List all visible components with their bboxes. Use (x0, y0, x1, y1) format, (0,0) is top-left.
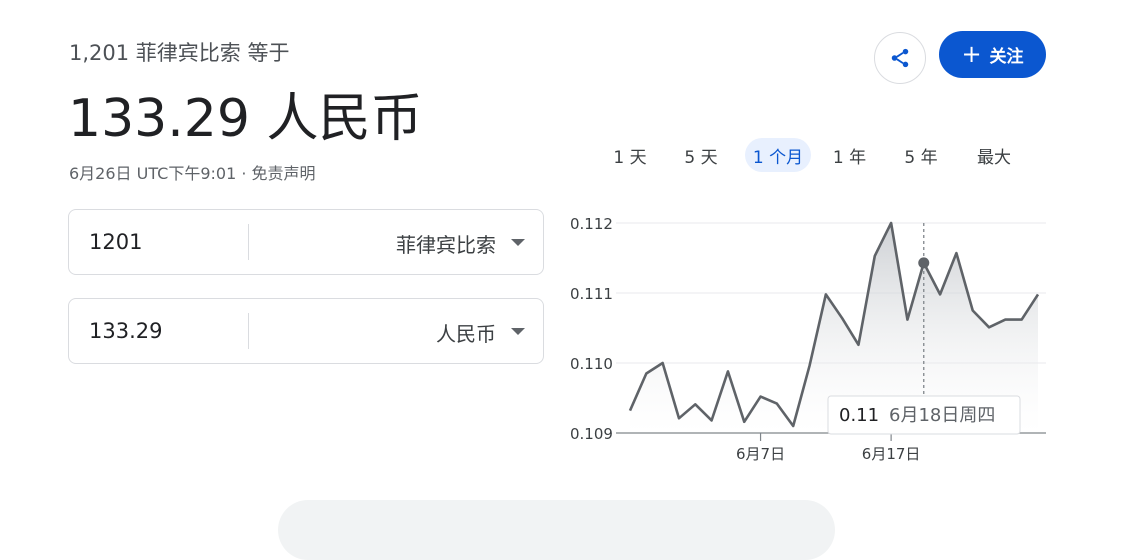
range-label: 1 天 (613, 147, 647, 168)
timestamp: 6月26日 UTC下午9:01 (69, 164, 237, 183)
to-currency-select[interactable]: 人民币 (436, 318, 496, 347)
tooltip-value: 0.11 (839, 405, 879, 426)
more-info-button[interactable] (278, 500, 835, 560)
follow-label: 关注 (989, 47, 1024, 67)
to-currency-field[interactable]: 133.29 人民币 (68, 298, 544, 364)
conversion-subheading: 1,201 菲律宾比索 等于 (69, 41, 290, 65)
y-tick-label: 0.112 (570, 215, 613, 233)
range-label: 1 个月 (752, 147, 804, 168)
tooltip-date: 6月18日周四 (889, 405, 995, 426)
range-tab-max[interactable]: 最大 (954, 138, 1034, 172)
y-tick-label: 0.110 (570, 355, 613, 373)
exchange-rate-chart[interactable]: 0.112 0.111 0.110 0.109 6月7日 6月17日 0.11 6月18日周四 (560, 200, 1060, 470)
chevron-down-icon[interactable] (511, 239, 525, 246)
y-tick-label: 0.111 (570, 285, 613, 303)
y-tick-label: 0.109 (570, 425, 613, 443)
range-tab-5y[interactable]: 5 年 (888, 138, 954, 172)
range-tab-1m[interactable]: 1 个月 (745, 138, 811, 172)
x-tick-label: 6月7日 (736, 445, 785, 463)
field-divider (248, 224, 249, 260)
from-currency-field[interactable]: 1201 菲律宾比索 (68, 209, 544, 275)
plus-icon: + (961, 39, 982, 68)
share-button[interactable] (874, 32, 926, 84)
range-tab-1d[interactable]: 1 天 (603, 138, 657, 172)
range-label: 1 年 (832, 147, 867, 168)
field-divider (248, 313, 249, 349)
follow-button[interactable]: + 关注 (939, 31, 1046, 78)
disclaimer-link[interactable]: 免责声明 (252, 164, 316, 183)
range-label: 5 天 (684, 147, 718, 168)
x-tick-label: 6月17日 (862, 445, 921, 463)
to-amount-input[interactable]: 133.29 (89, 319, 162, 343)
share-icon (891, 48, 909, 68)
range-tabs: 1 天 5 天 1 个月 1 年 5 年 最大 (603, 138, 1034, 172)
range-tab-1y[interactable]: 1 年 (811, 138, 888, 172)
chevron-down-icon[interactable] (511, 328, 525, 335)
range-label: 5 年 (904, 147, 938, 168)
range-label: 最大 (977, 147, 1011, 168)
from-currency-select[interactable]: 菲律宾比索 (396, 229, 496, 258)
hover-point (918, 257, 930, 269)
range-tab-5d[interactable]: 5 天 (657, 138, 745, 172)
timestamp-line: 6月26日 UTC下午9:01 · 免责声明 (69, 160, 316, 184)
separator: · (236, 164, 252, 183)
from-amount-input[interactable]: 1201 (89, 230, 142, 254)
chart-tooltip: 0.11 6月18日周四 (827, 395, 1021, 435)
converted-value: 133.29 人民币 (68, 89, 423, 149)
